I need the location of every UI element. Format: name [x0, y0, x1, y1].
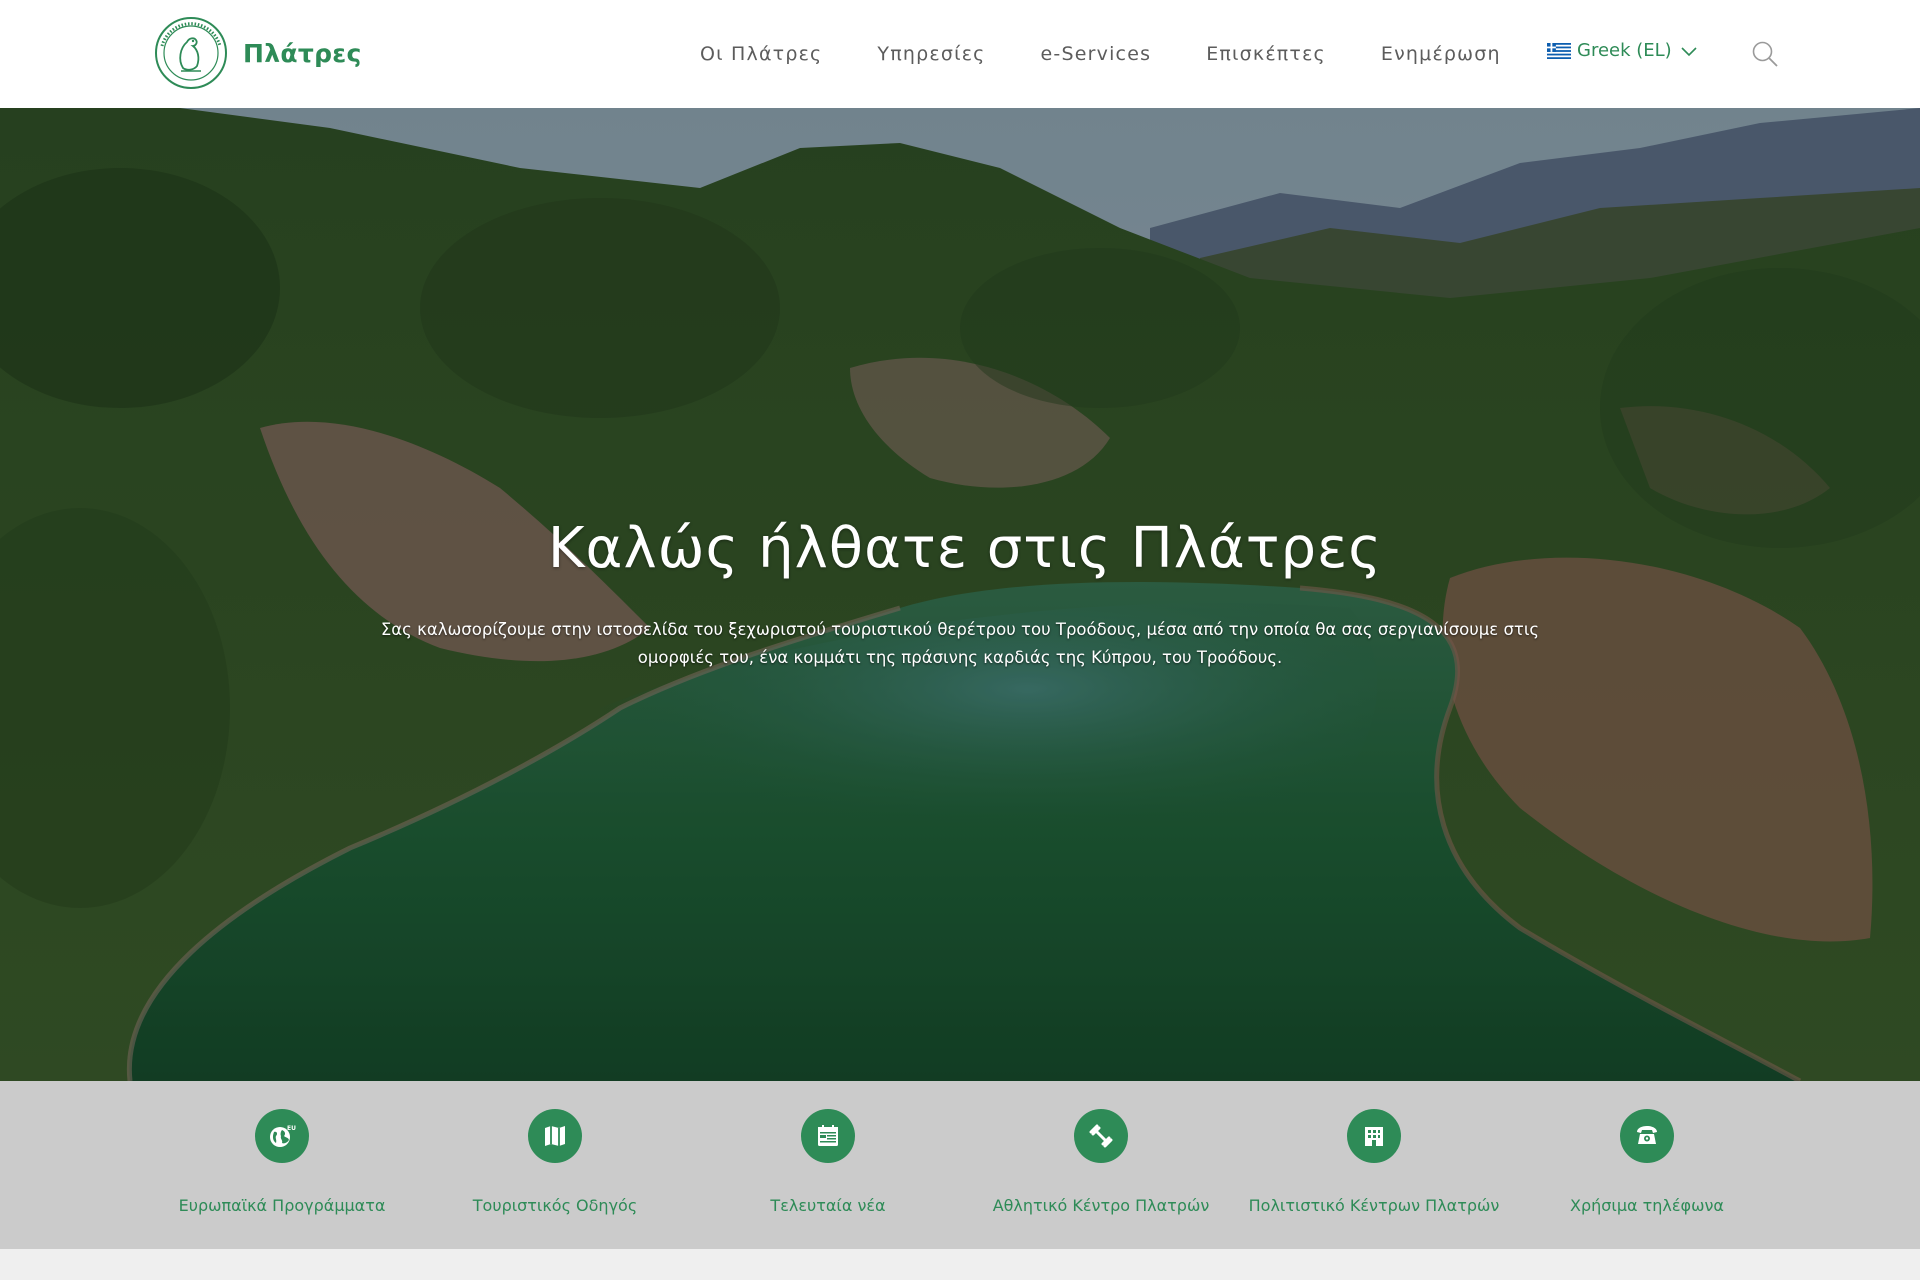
quick-link-label: Πολιτιστικό Κέντρων Πλατρών: [1248, 1196, 1500, 1215]
greek-flag-icon: [1547, 42, 1571, 59]
municipal-seal-icon: [155, 17, 227, 89]
nav-item-e-services[interactable]: e-Services: [1041, 43, 1152, 65]
nav-item-visitors[interactable]: Επισκέπτες: [1206, 43, 1326, 65]
quick-link-label: Τελευταία νέα: [770, 1196, 886, 1215]
hero-overlay: [0, 108, 1920, 1081]
building-icon: [1365, 1127, 1383, 1146]
svg-text:EU: EU: [287, 1125, 296, 1132]
site-header: Πλάτρες Οι Πλάτρες Υπηρεσίες e-Services …: [0, 0, 1920, 108]
site-name: Πλάτρες: [243, 38, 362, 68]
quick-link-sports-center[interactable]: Αθλητικό Κέντρο Πλατρών: [965, 1081, 1237, 1249]
language-selector[interactable]: Greek (EL): [1547, 40, 1698, 61]
page-bottom-strip: [0, 1249, 1920, 1280]
hero-subtitle: Σας καλωσορίζουμε στην ιστοσελίδα του ξε…: [380, 620, 1540, 667]
phone-icon: [1637, 1126, 1657, 1144]
quick-link-useful-phones[interactable]: Χρήσιμα τηλέφωνα: [1511, 1081, 1783, 1249]
quick-link-label: Τουριστικός Οδηγός: [472, 1196, 638, 1215]
map-icon: [545, 1126, 565, 1146]
main-nav: Οι Πλάτρες Υπηρεσίες e-Services Επισκέπτ…: [700, 0, 1556, 108]
quick-link-european-programs[interactable]: EU Ευρωπαϊκά Προγράμματα: [146, 1081, 418, 1249]
nav-item-platres[interactable]: Οι Πλάτρες: [700, 43, 822, 65]
quick-link-label: Αθλητικό Κέντρο Πλατρών: [992, 1196, 1210, 1215]
quick-link-label: Χρήσιμα τηλέφωνα: [1570, 1196, 1724, 1215]
quick-link-latest-news[interactable]: Τελευταία νέα: [692, 1081, 964, 1249]
dumbbell-icon: [1089, 1124, 1113, 1148]
site-logo[interactable]: Πλάτρες: [154, 16, 362, 90]
quick-link-label: Ευρωπαϊκά Προγράμματα: [178, 1196, 386, 1215]
search-icon[interactable]: [1750, 39, 1780, 69]
nav-item-news[interactable]: Ενημέρωση: [1381, 43, 1501, 65]
eu-globe-icon: EU: [270, 1125, 296, 1147]
hero-title: Καλώς ήλθατε στις Πλάτρες: [547, 516, 1383, 581]
nav-item-services[interactable]: Υπηρεσίες: [877, 43, 985, 65]
hero-banner: Καλώς ήλθατε στις Πλάτρες Σας καλωσορίζο…: [0, 108, 1920, 1081]
calendar-news-icon: [818, 1125, 838, 1146]
chevron-down-icon: [1681, 46, 1697, 56]
quick-link-tourist-guide[interactable]: Τουριστικός Οδηγός: [419, 1081, 691, 1249]
quick-links-bar: EU Ευρωπαϊκά Προγράμματα Τουριστικός Οδη…: [0, 1081, 1920, 1249]
quick-link-cultural-center[interactable]: Πολιτιστικό Κέντρων Πλατρών: [1238, 1081, 1510, 1249]
language-label: Greek (EL): [1577, 40, 1672, 61]
